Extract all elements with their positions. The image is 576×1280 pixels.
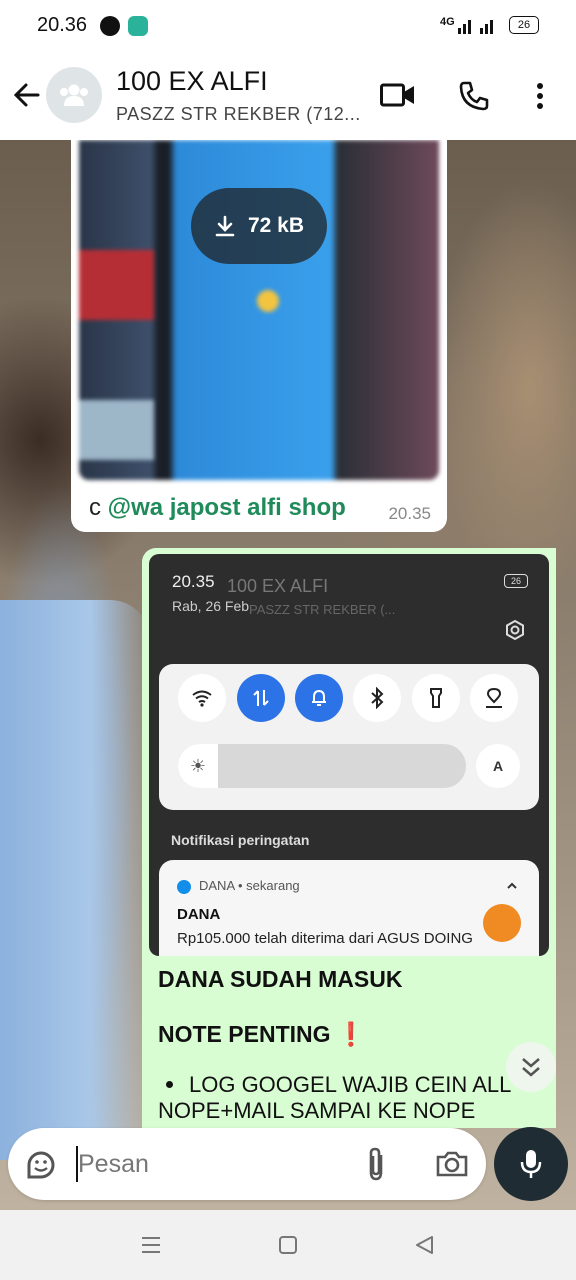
- notification-app: DANA • sekarang: [199, 878, 300, 893]
- more-options-icon[interactable]: [536, 82, 544, 110]
- screenshot-image[interactable]: 20.35 Rab, 26 Feb 100 EX ALFI PASZZ STR …: [149, 554, 549, 956]
- screenshot-date: Rab, 26 Feb: [172, 598, 250, 614]
- sender-avatar: [483, 904, 521, 942]
- message-line-1: DANA SUDAH MASUK: [158, 966, 403, 992]
- chat-area[interactable]: 72 kB c @wa japost alfi shop 20.35 20.35…: [0, 140, 576, 1210]
- wifi-toggle: [178, 674, 226, 722]
- home-icon[interactable]: [278, 1235, 298, 1255]
- notification-title: DANA: [177, 906, 221, 923]
- caption-prefix: c: [89, 494, 108, 521]
- camera-icon[interactable]: [435, 1150, 469, 1178]
- bell-icon: [312, 689, 326, 706]
- chat-title[interactable]: 100 EX ALFI: [116, 66, 268, 97]
- quick-settings-panel: ☀ A: [159, 664, 539, 810]
- bluetooth-toggle: [353, 674, 401, 722]
- screenshot-chat-subtitle: PASZZ STR REKBER (...: [249, 602, 396, 617]
- bullet-icon: [166, 1080, 173, 1088]
- message-input-bar[interactable]: Pesan: [8, 1128, 486, 1200]
- flashlight-icon: [430, 688, 442, 708]
- voice-message-button[interactable]: [494, 1127, 568, 1201]
- list-item: LOG GOOGEL WAJIB CEIN ALL NOPE+MAIL SAMP…: [158, 1072, 511, 1123]
- double-chevron-down-icon: [522, 1058, 540, 1077]
- status-bar: 20.36 4G 26: [0, 0, 576, 50]
- chat-subtitle[interactable]: PASZZ STR REKBER (712...: [116, 104, 361, 125]
- settings-icon: [506, 619, 524, 641]
- download-icon: [215, 215, 235, 237]
- message-text: DANA SUDAH MASUK NOTE PENTING ❗: [158, 966, 538, 1048]
- chevron-up-icon: [507, 882, 517, 889]
- chat-notification-icon: [128, 16, 148, 36]
- back-arrow-icon[interactable]: [12, 80, 42, 110]
- mobile-data-toggle: [237, 674, 285, 722]
- scroll-down-button[interactable]: [506, 1042, 556, 1092]
- back-nav-icon[interactable]: [414, 1235, 434, 1255]
- auto-brightness-button: A: [476, 744, 520, 788]
- screenshot-time: 20.35: [172, 572, 215, 591]
- dana-notification: DANA • sekarang DANA Rp105.000 telah dit…: [159, 860, 539, 956]
- system-nav-bar: [0, 1210, 576, 1280]
- microphone-icon: [520, 1150, 542, 1178]
- wifi-icon: [192, 690, 212, 707]
- wallpaper-figure: [0, 600, 150, 1160]
- sticker-icon[interactable]: [24, 1148, 58, 1182]
- network-indicator: 4G: [440, 16, 455, 28]
- signal-icon: [458, 20, 493, 34]
- location-toggle: [470, 674, 518, 722]
- notification-message: Rp105.000 telah diterima dari AGUS DOING: [177, 930, 473, 947]
- battery-level: 26: [517, 19, 531, 31]
- message-line-2: NOTE PENTING ❗: [158, 1021, 366, 1047]
- caption-mention[interactable]: @wa japost alfi shop: [108, 494, 346, 521]
- notification-icon: [100, 16, 120, 36]
- message-time: 20.35: [388, 504, 431, 523]
- screenshot-battery: 26: [504, 574, 528, 588]
- group-avatar[interactable]: [46, 67, 102, 123]
- brightness-slider: ☀: [178, 744, 466, 788]
- download-button[interactable]: 72 kB: [191, 188, 327, 264]
- dana-app-icon: [177, 880, 191, 894]
- chat-header: 100 EX ALFI PASZZ STR REKBER (712...: [0, 50, 576, 140]
- status-time: 20.36: [37, 14, 88, 36]
- video-call-icon[interactable]: [380, 82, 416, 108]
- flashlight-toggle: [412, 674, 460, 722]
- exclamation-icon: ❗: [336, 1021, 366, 1047]
- battery-icon: 26: [509, 16, 539, 34]
- screenshot-battery-level: 26: [510, 576, 521, 586]
- message-input[interactable]: Pesan: [78, 1150, 149, 1179]
- voice-call-icon[interactable]: [458, 80, 490, 112]
- screenshot-chat-title: 100 EX ALFI: [227, 576, 329, 596]
- attach-icon[interactable]: [365, 1146, 387, 1182]
- mobile-data-icon: [253, 690, 269, 706]
- download-size: 72 kB: [247, 214, 305, 237]
- network-label: 4G: [440, 16, 455, 28]
- recent-apps-icon[interactable]: [140, 1235, 162, 1255]
- incoming-image-message[interactable]: 72 kB c @wa japost alfi shop 20.35: [71, 140, 447, 532]
- group-icon: [60, 84, 88, 106]
- sun-icon: ☀: [178, 744, 218, 788]
- notification-heading: Notifikasi peringatan: [171, 832, 310, 848]
- location-icon: [486, 687, 502, 708]
- bluetooth-icon: [371, 687, 384, 709]
- image-caption: c @wa japost alfi shop: [89, 494, 346, 522]
- outgoing-image-message[interactable]: 20.35 Rab, 26 Feb 100 EX ALFI PASZZ STR …: [142, 548, 556, 1128]
- sound-toggle: [295, 674, 343, 722]
